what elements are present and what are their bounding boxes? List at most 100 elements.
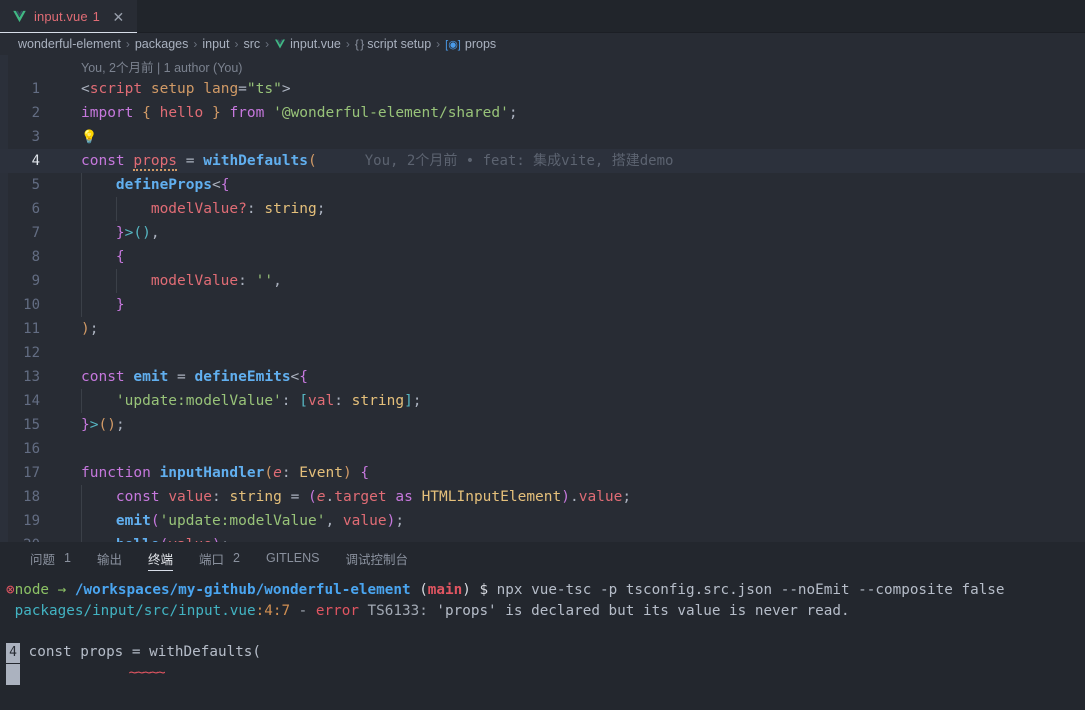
line-content: }: [56, 293, 125, 317]
branch-paren-close: ): [462, 582, 471, 598]
panel-tab-label: GITLENS: [265, 551, 320, 565]
panel-tab-debug-console[interactable]: 调试控制台: [332, 542, 421, 574]
vscode-window: input.vue 1 ✕ wonderful-element › packag…: [0, 0, 1085, 710]
code-line[interactable]: 2 import { hello } from '@wonderful-elem…: [0, 101, 1085, 125]
branch-paren-open: (: [419, 582, 428, 598]
line-number: 7: [31, 225, 40, 241]
git-branch-name: main: [427, 582, 463, 598]
error-label: error: [315, 602, 359, 619]
code-editor[interactable]: You, 2个月前 | 1 author (You) 1 <script set…: [0, 55, 1085, 542]
breadcrumb-label: input: [202, 37, 230, 51]
error-dash: -: [290, 602, 316, 619]
line-number: 3: [31, 129, 40, 145]
line-content: 'update:modelValue': [val: string];: [56, 389, 422, 413]
breadcrumb-item-src[interactable]: src: [243, 37, 260, 51]
code-line[interactable]: 13 const emit = defineEmits<{: [0, 365, 1085, 389]
line-content: {: [56, 245, 125, 269]
breadcrumb-item-props[interactable]: [◉] props: [445, 37, 496, 51]
line-number: 12: [23, 345, 40, 361]
panel-tab-output[interactable]: 输出: [84, 542, 135, 574]
gitlens-inline-blame: You, 2个月前 • feat: 集成vite, 搭建demo: [364, 153, 674, 169]
line-number: 9: [31, 273, 40, 289]
code-line[interactable]: 10 }: [0, 293, 1085, 317]
editor-tab-bar: input.vue 1 ✕: [0, 0, 1085, 33]
line-content: }>();: [81, 417, 125, 433]
lightbulb-quickfix-icon[interactable]: 💡: [81, 130, 97, 145]
panel-tab-count: 2: [233, 551, 240, 565]
breadcrumb-item-wonderful-element[interactable]: wonderful-element: [18, 37, 121, 51]
line-content: hello(value);: [56, 533, 229, 542]
line-number: 19: [23, 513, 40, 529]
line-number: 6: [31, 201, 40, 217]
terminal-snippet-line: 4 const props = withDefaults(: [6, 642, 1085, 663]
error-code: TS6133:: [358, 602, 437, 619]
breadcrumb-label: packages: [134, 37, 189, 51]
code-line[interactable]: 15 }>();: [0, 413, 1085, 437]
line-number: 20: [0, 533, 56, 542]
close-icon[interactable]: ✕: [110, 8, 127, 25]
breadcrumb-label: props: [464, 37, 497, 51]
panel-tab-problems[interactable]: 问题 1: [17, 542, 84, 574]
line-number: 1: [31, 81, 40, 97]
breadcrumb-item-input-vue[interactable]: input.vue: [274, 37, 341, 51]
code-lines[interactable]: 1 <script setup lang="ts"> 2 import { he…: [0, 77, 1085, 542]
code-line[interactable]: 9 modelValue: '',: [0, 269, 1085, 293]
editor-tab-input-vue[interactable]: input.vue 1 ✕: [0, 0, 138, 33]
breadcrumb-item-script-setup[interactable]: { } script setup: [355, 37, 431, 51]
line-content: defineProps<{: [56, 173, 229, 197]
line-number: 5: [31, 177, 40, 193]
code-line[interactable]: 1 <script setup lang="ts">: [0, 77, 1085, 101]
code-line[interactable]: 8 {: [0, 245, 1085, 269]
breadcrumb-separator-icon: ›: [125, 37, 130, 51]
code-line[interactable]: 5 defineProps<{: [0, 173, 1085, 197]
panel-tab-terminal[interactable]: 终端: [135, 542, 186, 574]
breadcrumb-separator-icon: ›: [234, 37, 239, 51]
code-line[interactable]: 11 );: [0, 317, 1085, 341]
breadcrumb-item-packages[interactable]: packages: [135, 37, 189, 51]
line-content: import { hello } from '@wonderful-elemen…: [81, 105, 518, 121]
line-number: 11: [23, 321, 40, 337]
code-line[interactable]: 6 modelValue?: string;: [0, 197, 1085, 221]
code-line[interactable]: 20 hello(value);: [0, 533, 1085, 542]
panel-tab-label: 端口: [199, 552, 225, 567]
line-content: const value: string = (e.target as HTMLI…: [56, 485, 631, 509]
snippet-line-number: 4: [6, 642, 20, 663]
code-line[interactable]: 3 💡: [0, 125, 1085, 149]
line-content: const props = withDefaults(You, 2个月前 • f…: [81, 153, 674, 171]
braces-icon: { }: [354, 37, 364, 51]
code-line[interactable]: 7 }>(),: [0, 221, 1085, 245]
line-number: 13: [23, 369, 40, 385]
line-number: 14: [23, 393, 40, 409]
code-line[interactable]: 12: [0, 341, 1085, 365]
snippet-code: const props = withDefaults(: [28, 643, 262, 660]
panel-tab-ports[interactable]: 端口 2: [186, 542, 253, 574]
line-content: modelValue?: string;: [56, 197, 325, 221]
line-content: <script setup lang="ts">: [81, 81, 291, 97]
code-line[interactable]: 14 'update:modelValue': [val: string];: [0, 389, 1085, 413]
panel-tab-gitlens[interactable]: GITLENS: [253, 542, 333, 574]
code-line[interactable]: 16: [0, 437, 1085, 461]
vue-file-icon: [274, 38, 286, 50]
line-number: 17: [23, 465, 40, 481]
panel-tab-label: 问题: [30, 552, 56, 567]
code-line-active[interactable]: 4 const props = withDefaults(You, 2个月前 •…: [0, 149, 1085, 173]
property-icon: [◉]: [445, 38, 461, 51]
code-line[interactable]: 17 function inputHandler(e: Event) {: [0, 461, 1085, 485]
breadcrumb-separator-icon: ›: [265, 37, 270, 51]
line-number: 4: [31, 153, 40, 169]
code-line[interactable]: 18 const value: string = (e.target as HT…: [0, 485, 1085, 509]
terminal-output[interactable]: ⊗node → /workspaces/my-github/wonderful-…: [0, 574, 1085, 710]
shell-prompt-symbol: $: [479, 582, 489, 598]
line-number: 18: [23, 489, 40, 505]
code-line[interactable]: 19 emit('update:modelValue', value);: [0, 509, 1085, 533]
gitlens-blame-header: You, 2个月前 | 1 author (You): [81, 60, 243, 75]
snippet-gutter-blank: [6, 664, 20, 685]
line-number: 16: [23, 441, 40, 457]
breadcrumb-item-input[interactable]: input: [202, 37, 229, 51]
error-file-path: packages/input/src/input.vue: [14, 602, 256, 619]
line-number: 8: [31, 249, 40, 265]
error-position: :4:7: [255, 602, 291, 619]
panel-tab-label: 输出: [96, 552, 122, 567]
terminal-cwd: /workspaces/my-github/wonderful-element: [74, 582, 411, 598]
